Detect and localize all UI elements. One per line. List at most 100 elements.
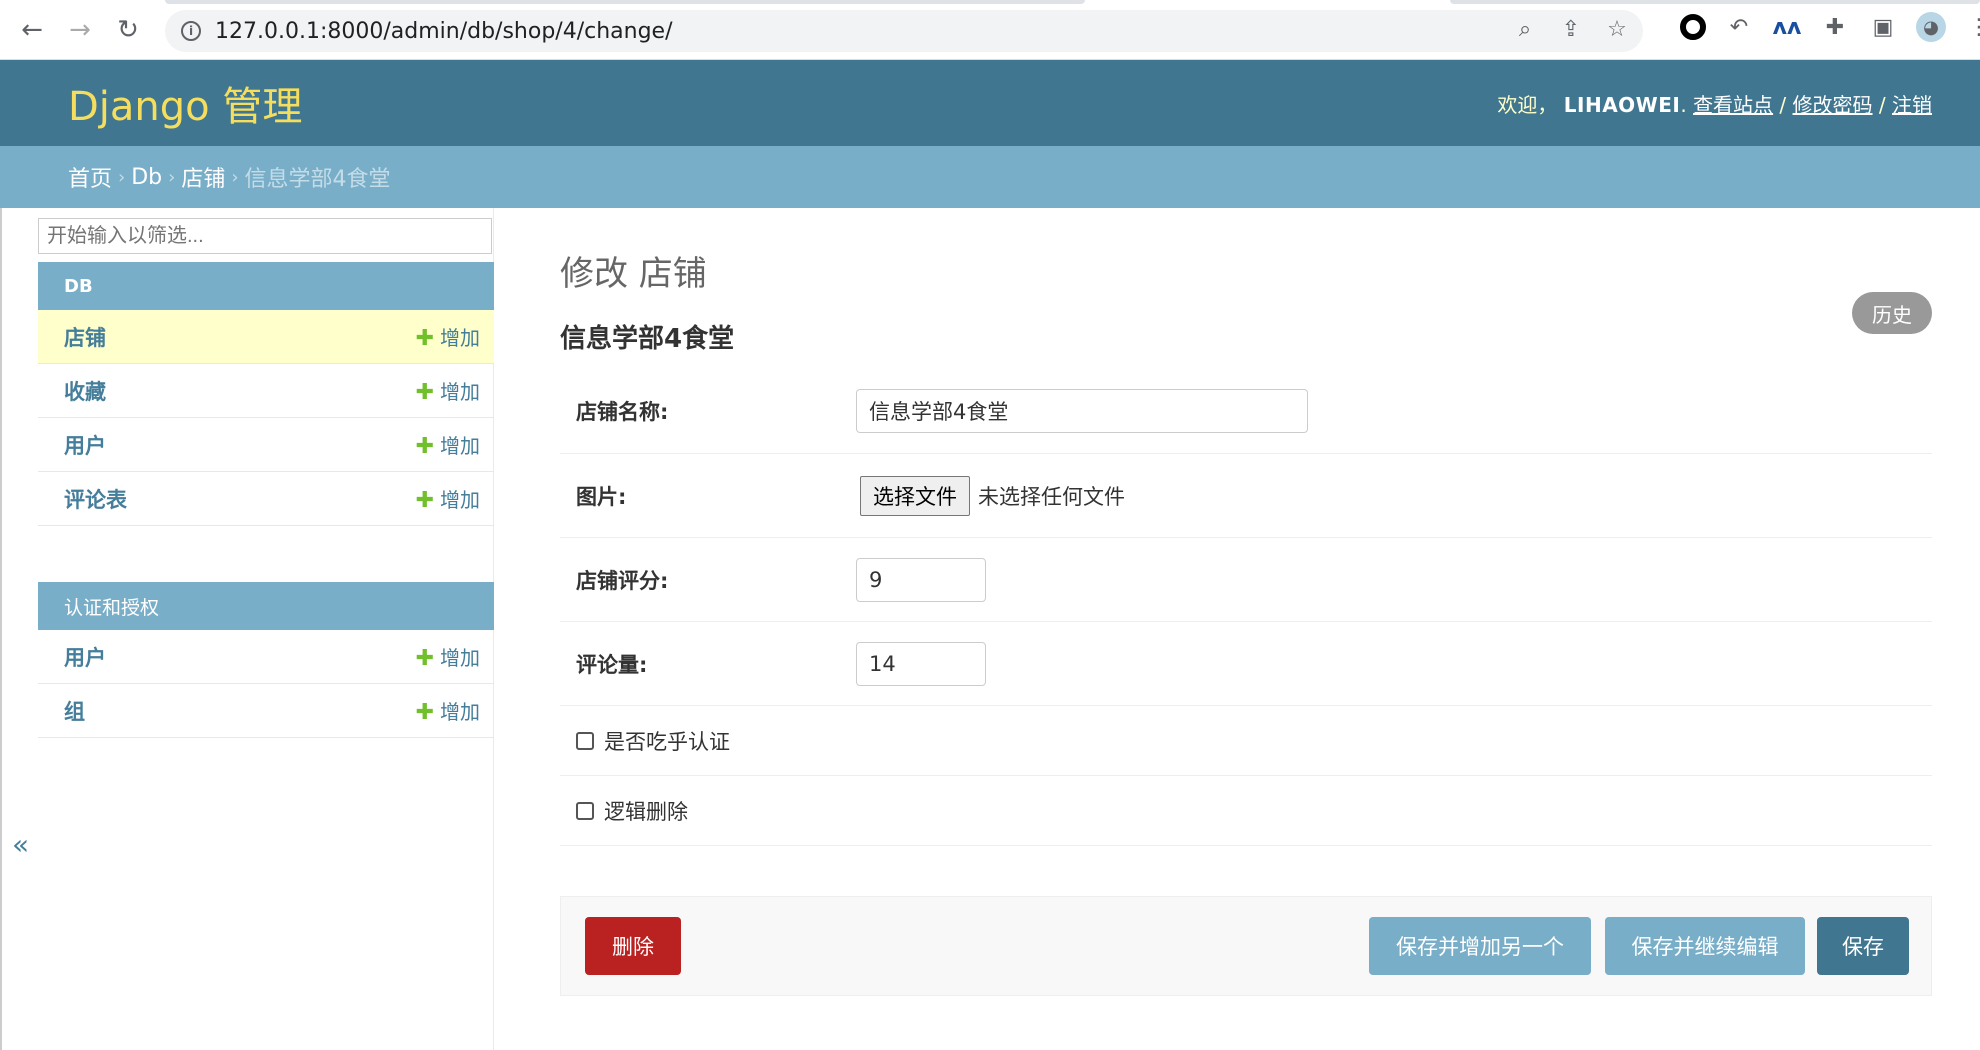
add-label: 增加 — [440, 380, 480, 404]
object-title: 信息学部4食堂 — [560, 324, 735, 354]
add-label: 增加 — [440, 488, 480, 512]
field-row-image: 图片: 选择文件 未选择任何文件 — [560, 454, 1932, 538]
field-label: 图片: — [576, 484, 627, 509]
url-text[interactable]: 127.0.0.1:8000/admin/db/shop/4/change/ — [215, 19, 673, 44]
sidebar-item-favorites: 收藏 ✚ 增加 — [38, 364, 494, 418]
plus-icon: ✚ — [415, 488, 434, 513]
forward-icon[interactable]: → — [62, 12, 98, 48]
address-bar[interactable]: i 127.0.0.1:8000/admin/db/shop/4/change/… — [165, 10, 1643, 52]
field-row-certified: 是否吃乎认证 — [560, 706, 1932, 776]
sidebar-item-label[interactable]: 用户 — [64, 430, 106, 460]
site-header: Django 管理 欢迎， LIHAOWEI. 查看站点 / 修改密码 / 注销 — [0, 60, 1980, 146]
tab-strip — [165, 0, 1085, 4]
add-label: 增加 — [440, 646, 480, 670]
add-label: 增加 — [440, 434, 480, 458]
add-link[interactable]: ✚ 增加 — [416, 642, 480, 671]
share-icon[interactable]: ⇪ — [1557, 17, 1585, 42]
reply-icon[interactable]: ↶ — [1724, 12, 1754, 42]
side-panel-icon[interactable]: ▣ — [1868, 12, 1898, 42]
module-auth: 认证和授权 用户 ✚ 增加 组 ✚ 增加 — [38, 582, 494, 738]
username: LIHAOWEI — [1563, 92, 1681, 117]
field-label: 店铺名称: — [576, 399, 669, 424]
add-link[interactable]: ✚ 增加 — [416, 484, 480, 513]
back-icon[interactable]: ← — [14, 12, 50, 48]
breadcrumb-current: 信息学部4食堂 — [244, 167, 391, 192]
sidebar-item-shop: 店铺 ✚ 增加 — [38, 310, 494, 364]
breadcrumb-separator: › — [231, 166, 239, 188]
save-and-add-another-button[interactable]: 保存并增加另一个 — [1369, 917, 1591, 975]
module-caption-db[interactable]: DB — [38, 262, 494, 310]
logout-link[interactable]: 注销 — [1892, 93, 1932, 117]
profile-avatar[interactable]: ◕ — [1916, 12, 1946, 42]
sidebar-item-label[interactable]: 用户 — [64, 642, 106, 672]
logical-delete-checkbox[interactable] — [576, 801, 594, 820]
plus-icon: ✚ — [415, 700, 434, 725]
separator: / — [1878, 92, 1886, 117]
window-edge — [0, 208, 2, 1050]
choose-file-button[interactable]: 选择文件 — [860, 475, 970, 516]
delete-button[interactable]: 删除 — [585, 917, 681, 975]
sidebar-item-users: 用户 ✚ 增加 — [38, 418, 494, 472]
add-label: 增加 — [440, 700, 480, 724]
sidebar-item-label[interactable]: 收藏 — [64, 376, 106, 406]
puzzle-extensions-icon[interactable]: ✚ — [1820, 12, 1850, 42]
field-label: 店铺评分: — [576, 568, 669, 593]
extension-circle-icon[interactable] — [1680, 14, 1706, 40]
checkbox-label[interactable]: 逻辑删除 — [604, 796, 688, 826]
breadcrumb-model[interactable]: 店铺 — [181, 161, 225, 193]
menu-kebab-icon[interactable]: ⋮ — [1964, 12, 1980, 42]
history-button[interactable]: 历史 — [1852, 292, 1932, 334]
file-status: 未选择任何文件 — [978, 484, 1125, 509]
collapse-sidebar-icon[interactable]: « — [12, 828, 29, 861]
checkbox-label[interactable]: 是否吃乎认证 — [604, 726, 730, 756]
plus-icon: ✚ — [415, 326, 434, 351]
tab-strip-right — [1450, 0, 1980, 4]
sidebar-item-label[interactable]: 店铺 — [64, 322, 106, 352]
field-row-name: 店铺名称: 信息学部4食堂 — [560, 368, 1932, 454]
sidebar-item-label[interactable]: 组 — [64, 696, 85, 726]
browser-toolbar: ← → ↻ i 127.0.0.1:8000/admin/db/shop/4/c… — [0, 0, 1980, 60]
add-label: 增加 — [440, 326, 480, 350]
zoom-icon[interactable]: ⌕ — [1511, 17, 1539, 42]
welcome-text: 欢迎， — [1497, 92, 1558, 117]
site-info-icon[interactable]: i — [181, 21, 201, 41]
sidebar-item-comments: 评论表 ✚ 增加 — [38, 472, 494, 526]
save-and-continue-button[interactable]: 保存并继续编辑 — [1605, 917, 1805, 975]
change-password-link[interactable]: 修改密码 — [1793, 93, 1873, 117]
reload-icon[interactable]: ↻ — [110, 12, 146, 48]
certified-checkbox[interactable] — [576, 731, 594, 750]
extension-m-icon[interactable]: ʌʌ — [1772, 12, 1802, 42]
breadcrumb-separator: › — [168, 166, 176, 188]
add-link[interactable]: ✚ 增加 — [416, 696, 480, 725]
change-form: 店铺名称: 信息学部4食堂 图片: 选择文件 未选择任何文件 店铺评分: 9 评… — [560, 368, 1932, 846]
breadcrumb-app[interactable]: Db — [131, 165, 162, 190]
sidebar-filter-input[interactable] — [38, 218, 492, 254]
sidebar-item-groups: 组 ✚ 增加 — [38, 684, 494, 738]
site-brand[interactable]: Django 管理 — [68, 74, 302, 132]
separator: / — [1779, 92, 1787, 117]
comment-count-input[interactable]: 14 — [856, 641, 986, 686]
breadcrumb: 首页 › Db › 店铺 › 信息学部4食堂 — [0, 146, 1980, 208]
add-link[interactable]: ✚ 增加 — [416, 376, 480, 405]
sidebar: DB 店铺 ✚增加 收藏 ✚增加 用户 ✚增加 评论表 ✚增加 认证和授权 用户 — [38, 208, 494, 1050]
sidebar-item-label[interactable]: 评论表 — [64, 484, 127, 514]
plus-icon: ✚ — [415, 434, 434, 459]
rating-input[interactable]: 9 — [856, 557, 986, 602]
sidebar-item-auth-users: 用户 ✚ 增加 — [38, 630, 494, 684]
bookmark-star-icon[interactable]: ☆ — [1603, 17, 1631, 42]
field-row-deleted: 逻辑删除 — [560, 776, 1932, 846]
shop-name-input[interactable]: 信息学部4食堂 — [856, 388, 1308, 433]
module-db: DB 店铺 ✚ 增加 收藏 ✚ 增加 用户 ✚ 增加 评论表 ✚ 增加 — [38, 262, 494, 526]
module-caption-auth[interactable]: 认证和授权 — [38, 582, 494, 630]
field-row-comments: 评论量: 14 — [560, 622, 1932, 706]
view-site-link[interactable]: 查看站点 — [1693, 93, 1773, 117]
add-link[interactable]: ✚ 增加 — [416, 430, 480, 459]
submit-row: 删除 保存并增加另一个 保存并继续编辑 保存 — [560, 896, 1932, 996]
dot: . — [1680, 92, 1687, 117]
save-button[interactable]: 保存 — [1817, 917, 1909, 975]
field-label: 评论量: — [576, 652, 648, 677]
breadcrumb-home[interactable]: 首页 — [68, 161, 112, 193]
add-link[interactable]: ✚ 增加 — [416, 322, 480, 351]
main-area: « DB 店铺 ✚增加 收藏 ✚增加 用户 ✚增加 评论表 ✚增加 认证和授权 — [0, 208, 1980, 1050]
breadcrumb-separator: › — [118, 166, 126, 188]
